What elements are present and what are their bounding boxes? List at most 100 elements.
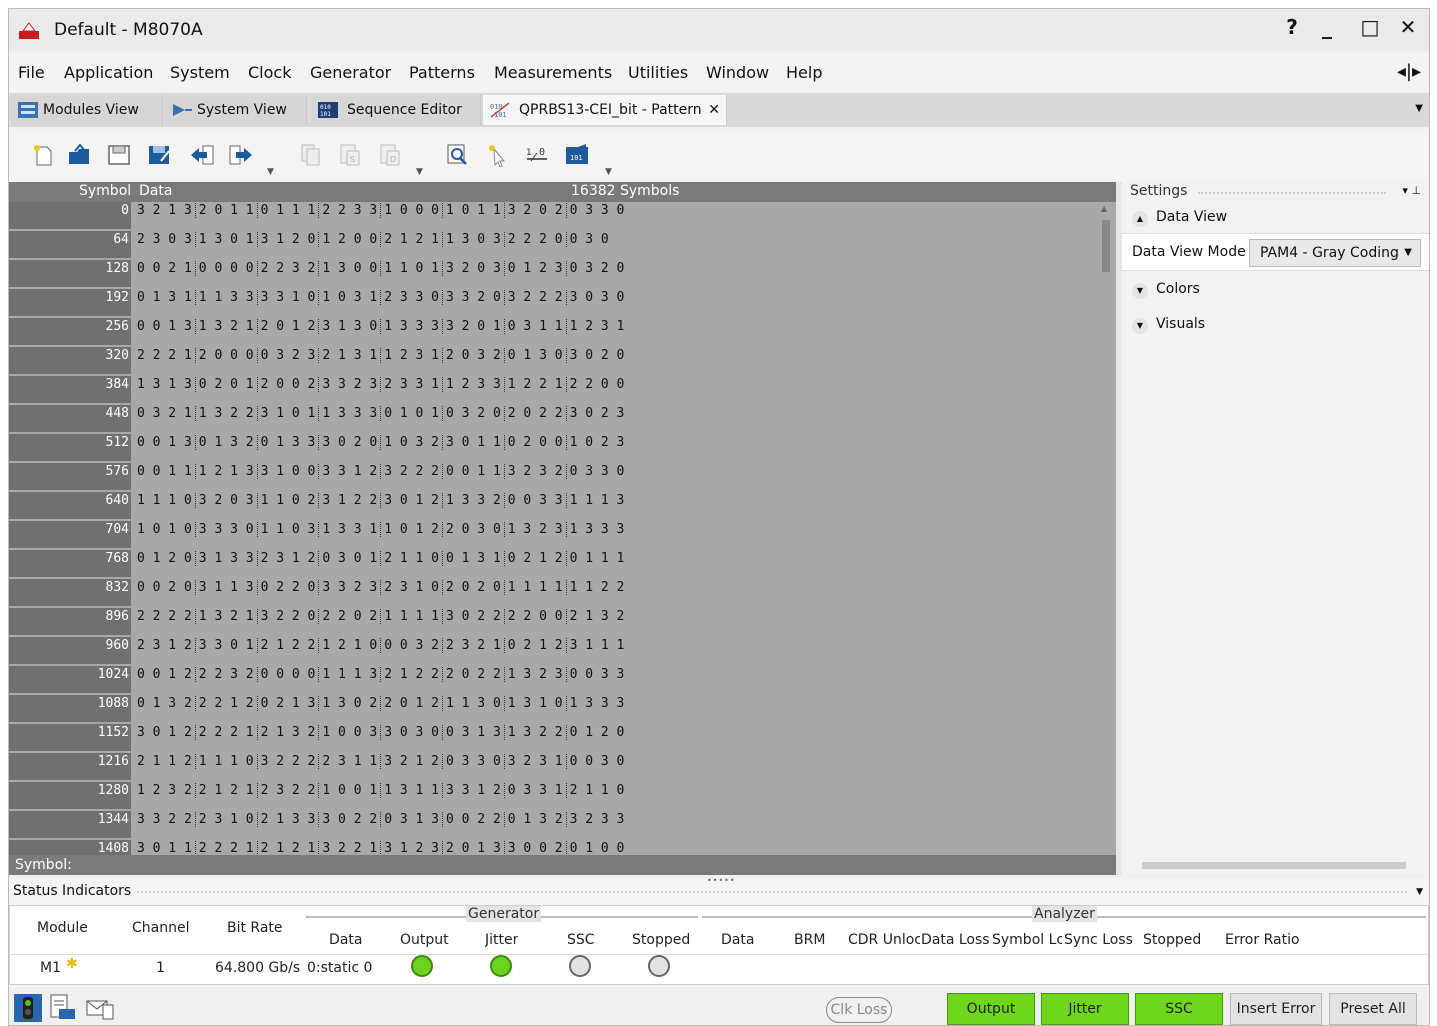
export-icon[interactable]: [228, 143, 254, 167]
tab-system-view[interactable]: System View: [165, 95, 307, 125]
jitter-button[interactable]: Jitter: [1041, 993, 1129, 1025]
row-symbols[interactable]: 0 1 2 03 1 3 32 3 1 20 3 0 12 1 1 00 1 3…: [137, 550, 624, 577]
tab-sequence-editor[interactable]: 010 101 Sequence Editor: [311, 95, 481, 125]
status-dropdown-icon[interactable]: ▼: [1416, 887, 1423, 897]
close-tab-icon[interactable]: ✕: [708, 95, 720, 125]
save-icon[interactable]: [107, 143, 133, 167]
minimize-button[interactable]: _: [1314, 15, 1340, 39]
row-symbols[interactable]: 1 3 1 30 2 0 12 0 0 23 3 2 32 3 3 11 2 3…: [137, 376, 624, 403]
row-symbols[interactable]: 2 1 1 21 1 1 03 2 2 22 3 1 13 2 1 20 3 3…: [137, 753, 624, 780]
menu-patterns[interactable]: Patterns: [409, 63, 475, 82]
row-symbols[interactable]: 0 3 2 11 3 2 23 1 0 11 3 3 30 1 0 10 3 2…: [137, 405, 624, 432]
ssc-button[interactable]: SSC: [1135, 993, 1223, 1025]
ana-col-error-ratio: Error Ratio: [1225, 932, 1300, 948]
ana-col-cdr-unlock: CDR Unloc: [848, 932, 920, 948]
save-as-icon[interactable]: [147, 143, 173, 167]
row-symbols[interactable]: 0 0 1 30 1 3 20 1 3 33 0 2 01 0 3 23 0 1…: [137, 434, 624, 461]
menu-window[interactable]: Window: [706, 63, 769, 82]
scroll-up-icon[interactable]: ▲: [1101, 204, 1107, 213]
row-symbols[interactable]: 1 0 1 03 3 3 01 1 0 31 3 3 11 0 1 22 0 3…: [137, 521, 624, 548]
close-button[interactable]: ✕: [1395, 15, 1421, 39]
output-button[interactable]: Output: [947, 993, 1035, 1025]
collapse-icon: ▲: [1132, 211, 1148, 227]
menu-application[interactable]: Application: [64, 63, 153, 82]
tab-pattern-editor[interactable]: 010 101 QPRBS13-CEI_bit - Pattern ✕: [483, 95, 727, 125]
led-output: [411, 955, 433, 977]
find-icon[interactable]: [445, 143, 471, 167]
pattern-icon: 010101: [490, 102, 510, 119]
row-symbols[interactable]: 3 0 1 22 2 2 12 1 3 21 0 0 33 0 3 00 3 1…: [137, 724, 624, 751]
paste-icon[interactable]: S: [337, 143, 363, 167]
section-data-view[interactable]: ▲ Data View: [1132, 209, 1227, 227]
row-symbols[interactable]: 2 2 2 12 0 0 00 3 2 32 1 3 11 2 3 12 0 3…: [137, 347, 624, 374]
section-visuals[interactable]: ▼ Visuals: [1132, 316, 1205, 334]
row-symbols[interactable]: 0 0 2 10 0 0 02 2 3 21 3 0 01 1 0 13 2 0…: [137, 260, 624, 287]
menu-file[interactable]: File: [18, 63, 45, 82]
help-button[interactable]: ?: [1279, 15, 1305, 39]
row-symbols[interactable]: 0 0 1 11 2 1 33 1 0 03 3 1 23 2 2 20 0 1…: [137, 463, 624, 490]
row-symbols[interactable]: 2 3 0 31 3 0 13 1 2 01 2 0 02 1 2 11 3 0…: [137, 231, 609, 258]
ana-col-sync-loss: Sync Loss: [1064, 932, 1133, 948]
ana-col-symbol-lock: Symbol Lc: [992, 932, 1062, 948]
data-view-mode-row: Data View Mode PAM4 - Gray Coding ▼: [1122, 233, 1429, 271]
insert-error-button[interactable]: Insert Error: [1230, 993, 1322, 1025]
row-symbols[interactable]: 0 1 3 22 2 1 20 2 1 31 3 0 22 0 1 21 1 3…: [137, 695, 624, 722]
row-symbols[interactable]: 0 1 3 11 1 3 33 3 1 01 0 3 12 3 3 03 3 2…: [137, 289, 624, 316]
menu-utilities[interactable]: Utilities: [628, 63, 688, 82]
row-symbols[interactable]: 0 0 1 31 3 2 12 0 1 23 1 3 01 3 3 33 2 0…: [137, 318, 624, 345]
select-icon[interactable]: [486, 143, 512, 167]
row-channel: 1: [156, 960, 165, 976]
row-symbols[interactable]: 3 3 2 22 3 1 02 1 3 33 0 2 20 3 1 30 0 2…: [137, 811, 624, 838]
data-view-mode-select[interactable]: PAM4 - Gray Coding ▼: [1249, 239, 1421, 267]
status-indicator-icon[interactable]: [13, 993, 43, 1023]
section-colors[interactable]: ▼ Colors: [1132, 281, 1200, 299]
open-icon[interactable]: [67, 143, 93, 167]
import-icon[interactable]: [189, 143, 215, 167]
row-symbols[interactable]: 3 2 1 32 0 1 10 1 1 12 2 3 31 0 0 01 0 1…: [137, 202, 624, 229]
resize-grip-icon[interactable]: •••••: [707, 876, 736, 885]
pattern-data-grid[interactable]: Symbol Data 16382 Symbols 03 2 1 32 0 1 …: [9, 182, 1116, 873]
split-view-icon[interactable]: ◂|▸: [1397, 61, 1421, 82]
menu-help[interactable]: Help: [786, 63, 822, 82]
row-symbols[interactable]: 2 3 1 23 3 0 12 1 2 21 2 1 00 0 3 22 3 2…: [137, 637, 624, 664]
symbol-column-header: Symbol: [79, 183, 132, 199]
toolbar-overflow-icon[interactable]: ▼: [605, 167, 612, 177]
settings-pin-icon[interactable]: ▾ ⊥: [1402, 184, 1421, 197]
menu-generator[interactable]: Generator: [310, 63, 391, 82]
messages-icon[interactable]: [85, 993, 115, 1023]
tab-modules-view[interactable]: Modules View: [11, 95, 163, 125]
svg-text:101: 101: [494, 111, 507, 119]
tab-list-dropdown-icon[interactable]: ▼: [1415, 103, 1423, 114]
row-symbols[interactable]: 0 0 1 22 2 3 20 0 0 01 1 1 32 1 2 22 0 2…: [137, 666, 624, 693]
row-symbols[interactable]: 0 0 2 03 1 1 30 2 2 03 3 2 32 3 1 02 0 2…: [137, 579, 624, 606]
log-icon[interactable]: [47, 993, 77, 1023]
toolbar-overflow-icon[interactable]: ▼: [416, 167, 423, 177]
sequence-export-icon[interactable]: 101: [564, 143, 590, 167]
row-offset: 832: [9, 579, 131, 606]
modules-icon: [18, 102, 38, 118]
copy-icon[interactable]: [298, 143, 324, 167]
scrollbar-thumb[interactable]: [1102, 220, 1110, 272]
row-symbols[interactable]: 1 2 3 22 1 2 12 3 2 21 0 0 11 3 1 13 3 1…: [137, 782, 624, 809]
toolbar-overflow-icon[interactable]: ▼: [267, 167, 274, 177]
menu-clock[interactable]: Clock: [248, 63, 291, 82]
led-stopped: [648, 955, 670, 977]
maximize-button[interactable]: □: [1357, 15, 1383, 39]
preset-all-button[interactable]: Preset All: [1329, 993, 1417, 1025]
ana-col-stopped: Stopped: [1143, 932, 1202, 948]
vertical-scrollbar[interactable]: ▲: [1097, 202, 1116, 832]
row-symbols[interactable]: 2 2 2 21 3 2 13 2 2 02 2 0 21 1 1 13 0 2…: [137, 608, 624, 635]
fill-pattern-icon[interactable]: 10: [525, 143, 551, 167]
menu-measurements[interactable]: Measurements: [494, 63, 612, 82]
horizontal-scrollbar[interactable]: [1122, 857, 1429, 875]
grid-row: 1152 3 0 1 22 2 2 12 1 3 21 0 0 33 0 3 00…: [9, 724, 1097, 753]
row-symbols[interactable]: 1 1 1 03 2 0 31 1 0 23 1 2 23 0 1 21 3 3…: [137, 492, 624, 519]
paste-special-icon[interactable]: D: [377, 143, 403, 167]
new-pattern-icon[interactable]: [31, 143, 57, 167]
row-offset: 640: [9, 492, 131, 519]
scrollbar-thumb[interactable]: [1142, 862, 1406, 869]
symbol-count: 16382 Symbols: [571, 183, 680, 199]
grid-row: 64 2 3 0 31 3 0 13 1 2 01 2 0 02 1 2 11 3…: [9, 231, 1097, 260]
grid-row: 512 0 0 1 30 1 3 20 1 3 33 0 2 01 0 3 23 …: [9, 434, 1097, 463]
menu-system[interactable]: System: [170, 63, 230, 82]
